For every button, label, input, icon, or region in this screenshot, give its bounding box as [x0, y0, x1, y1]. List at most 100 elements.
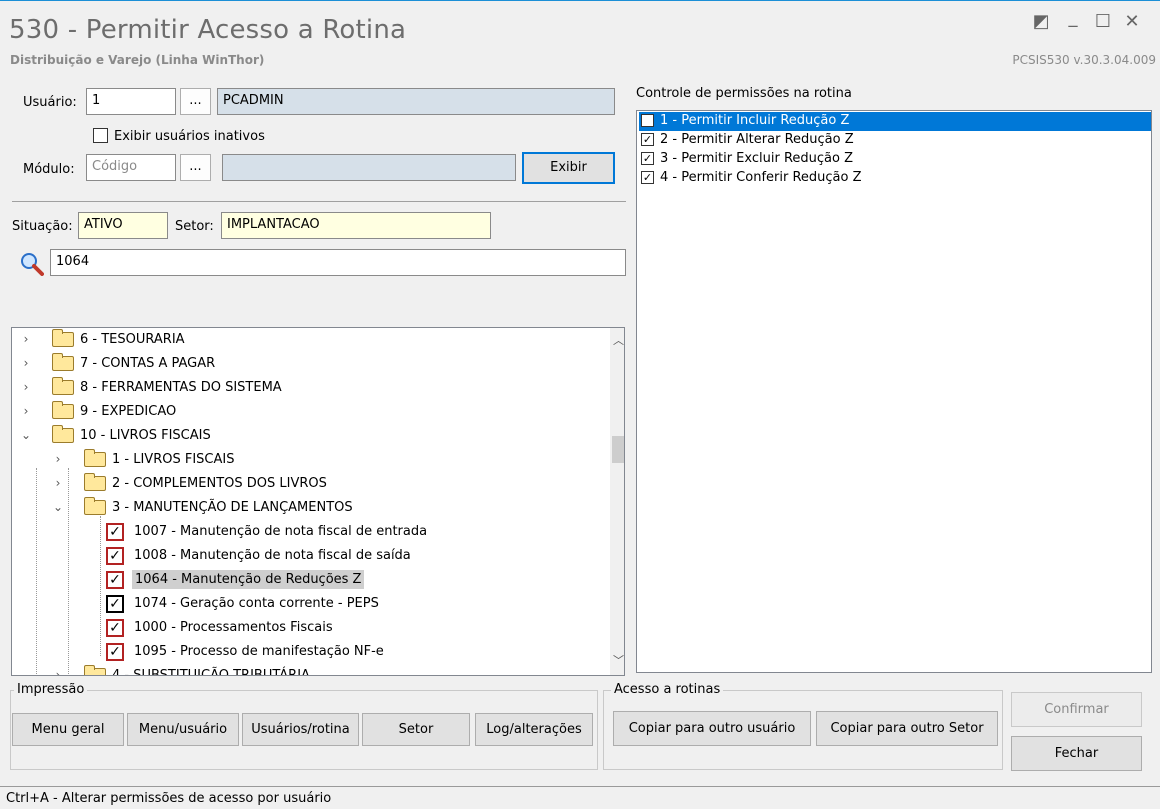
tree-node-label: 3 - MANUTENÇÃO DE LANÇAMENTOS	[112, 500, 353, 515]
tree-node-label: 9 - EXPEDICAO	[80, 404, 177, 419]
chevron-right-icon[interactable]: ›	[52, 668, 64, 675]
tree-node-label: 7 - CONTAS A PAGAR	[80, 356, 216, 371]
chevron-down-icon[interactable]: ⌄	[52, 500, 64, 514]
user-lookup-button[interactable]: ...	[180, 88, 211, 115]
copy-to-sector-button[interactable]: Copiar para outro Setor	[816, 711, 998, 746]
access-group-title: Acesso a rotinas	[611, 682, 724, 697]
permission-label: 4 - Permitir Conferir Redução Z	[660, 170, 862, 185]
folder-icon	[52, 353, 74, 371]
show-button[interactable]: Exibir	[522, 152, 615, 184]
close-button[interactable]: Fechar	[1011, 736, 1142, 771]
chevron-right-icon[interactable]: ›	[20, 332, 32, 346]
checked-checkbox-icon[interactable]: ✓	[641, 171, 654, 184]
chevron-right-icon[interactable]: ›	[52, 452, 64, 466]
permission-label: 1 - Permitir Incluir Redução Z	[660, 113, 850, 128]
permission-item-4[interactable]: ✓ 4 - Permitir Conferir Redução Z	[639, 169, 1151, 188]
chevron-right-icon[interactable]: ›	[20, 404, 32, 418]
scroll-down-icon[interactable]: ﹀	[613, 652, 624, 668]
checked-checkbox-icon[interactable]: ✓	[106, 547, 124, 565]
permission-label: 2 - Permitir Alterar Redução Z	[660, 132, 854, 147]
folder-icon	[84, 473, 106, 491]
tree-scrollbar[interactable]: ︿ ﹀	[610, 328, 624, 675]
permission-item-2[interactable]: ✓ 2 - Permitir Alterar Redução Z	[639, 131, 1151, 150]
folder-icon	[84, 665, 106, 675]
folder-icon	[52, 329, 74, 347]
module-name-field	[222, 154, 516, 181]
routine-tree[interactable]: › 6 - TESOURARIA › 7 - CONTAS A PAGAR › …	[11, 327, 625, 676]
tree-guide	[68, 468, 69, 675]
checked-checkbox-icon[interactable]: ✓	[106, 595, 124, 613]
divider	[12, 201, 626, 202]
permissions-list[interactable]: 1 - Permitir Incluir Redução Z ✓ 2 - Per…	[636, 110, 1152, 673]
situation-label: Situação:	[12, 219, 73, 234]
sector-field: IMPLANTACAO	[221, 212, 491, 239]
folder-icon	[52, 425, 74, 443]
folder-icon	[84, 497, 106, 515]
window-subtitle: Distribuição e Varejo (Linha WinThor)	[10, 53, 265, 67]
title-bar: 530 - Permitir Acesso a Rotina Distribui…	[0, 0, 1160, 72]
scrollbar-thumb[interactable]	[612, 436, 624, 463]
tree-node-label-selected: 1064 - Manutenção de Reduções Z	[132, 570, 365, 589]
confirm-button[interactable]: Confirmar	[1011, 692, 1142, 727]
chevron-down-icon[interactable]: ⌄	[20, 428, 32, 442]
print-usuarios-rotina-button[interactable]: Usuários/rotina	[242, 713, 359, 746]
close-window-button[interactable]: ✕	[1121, 11, 1143, 32]
module-lookup-button[interactable]: ...	[180, 154, 211, 181]
user-name-field: PCADMIN	[217, 88, 615, 115]
tree-guide	[100, 516, 101, 656]
chevron-right-icon[interactable]: ›	[20, 356, 32, 370]
tree-node-label: 1095 - Processo de manifestação NF-e	[134, 644, 384, 659]
tree-node-label: 1008 - Manutenção de nota fiscal de saíd…	[134, 548, 411, 563]
print-setor-button[interactable]: Setor	[362, 713, 470, 746]
user-code-input[interactable]: 1	[86, 88, 176, 115]
minimize-button[interactable]: _	[1062, 7, 1084, 28]
tree-node-label: 1074 - Geração conta corrente - PEPS	[134, 596, 379, 611]
folder-icon	[84, 449, 106, 467]
checked-checkbox-icon[interactable]: ✓	[106, 619, 124, 637]
tree-node-label: 1007 - Manutenção de nota fiscal de entr…	[134, 524, 428, 539]
permission-item-3[interactable]: ✓ 3 - Permitir Excluir Redução Z	[639, 150, 1151, 169]
situation-field: ATIVO	[78, 212, 168, 239]
restore-icon[interactable]: ◩	[1030, 11, 1052, 32]
checked-checkbox-icon[interactable]: ✓	[106, 643, 124, 661]
folder-icon	[52, 401, 74, 419]
search-input[interactable]: 1064	[50, 249, 626, 276]
tree-node-label: 4 - SUBSTITUIÇÃO TRIBUTÁRIA	[112, 668, 310, 676]
tree-node-label: 10 - LIVROS FISCAIS	[80, 428, 211, 443]
tree-node-label: 2 - COMPLEMENTOS DOS LIVROS	[112, 476, 327, 491]
chevron-right-icon[interactable]: ›	[20, 380, 32, 394]
print-menu-usuario-button[interactable]: Menu/usuário	[127, 713, 239, 746]
folder-icon	[52, 377, 74, 395]
window-title: 530 - Permitir Acesso a Rotina	[9, 15, 407, 45]
sector-label: Setor:	[175, 219, 214, 234]
tree-node-label: 1 - LIVROS FISCAIS	[112, 452, 235, 467]
print-group-title: Impressão	[14, 682, 88, 697]
tree-node-label: 1000 - Processamentos Fiscais	[134, 620, 333, 635]
checked-checkbox-icon[interactable]: ✓	[641, 133, 654, 146]
checked-checkbox-icon[interactable]: ✓	[106, 523, 124, 541]
maximize-button[interactable]: ☐	[1092, 11, 1114, 32]
tree-node-label: 8 - FERRAMENTAS DO SISTEMA	[80, 380, 282, 395]
copy-to-user-button[interactable]: Copiar para outro usuário	[613, 711, 811, 746]
unchecked-checkbox-icon[interactable]	[641, 114, 654, 127]
inactive-users-label: Exibir usuários inativos	[114, 129, 265, 144]
permission-item-1[interactable]: 1 - Permitir Incluir Redução Z	[639, 112, 1151, 131]
user-label: Usuário:	[23, 95, 77, 110]
scroll-up-icon[interactable]: ︿	[613, 332, 624, 348]
permission-label: 3 - Permitir Excluir Redução Z	[660, 151, 853, 166]
module-code-input[interactable]: Código	[86, 154, 176, 181]
module-label: Módulo:	[23, 162, 75, 177]
tree-guide	[36, 468, 37, 675]
chevron-right-icon[interactable]: ›	[52, 476, 64, 490]
permissions-title: Controle de permissões na rotina	[636, 86, 852, 101]
print-menu-geral-button[interactable]: Menu geral	[12, 713, 124, 746]
checked-checkbox-icon[interactable]: ✓	[106, 571, 124, 589]
tree-node-label: 6 - TESOURARIA	[80, 332, 185, 347]
checked-checkbox-icon[interactable]: ✓	[641, 152, 654, 165]
search-icon	[21, 253, 44, 276]
app-window: 530 - Permitir Acesso a Rotina Distribui…	[0, 0, 1160, 809]
print-log-button[interactable]: Log/alterações	[475, 713, 593, 746]
inactive-users-checkbox[interactable]	[93, 128, 108, 143]
status-bar: Ctrl+A - Alterar permissões de acesso po…	[0, 786, 1160, 809]
version-label: PCSIS530 v.30.3.04.009	[1012, 53, 1156, 67]
